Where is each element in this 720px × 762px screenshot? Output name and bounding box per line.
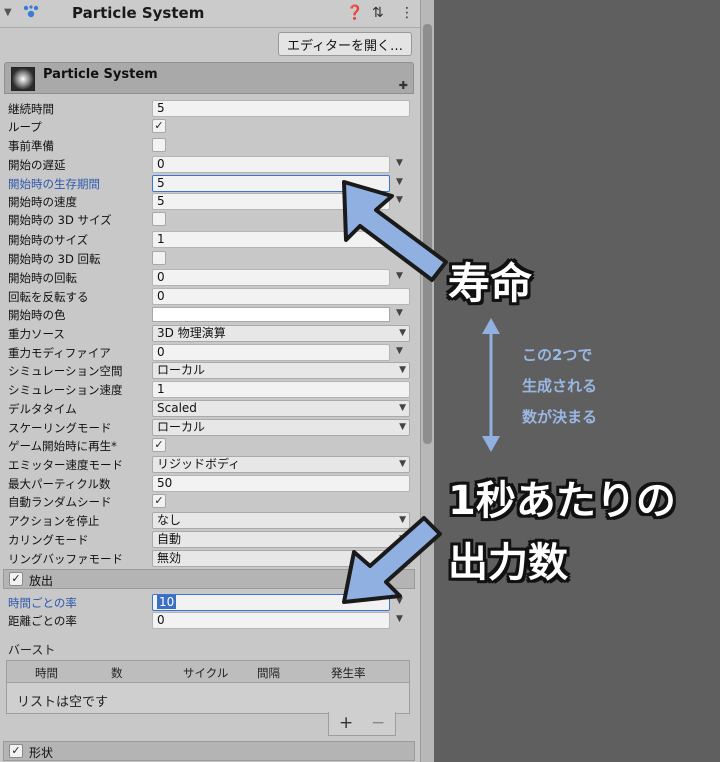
rate-annotation-line2: 出力数	[448, 540, 568, 586]
note-line: この2つで	[522, 346, 593, 364]
double-arrow-icon	[482, 318, 500, 452]
note-line: 生成される	[522, 377, 598, 395]
rate-arrow-icon	[342, 516, 442, 604]
lifetime-annotation: 寿命	[448, 259, 533, 308]
lifetime-arrow-icon	[342, 180, 448, 282]
annotation-overlay	[342, 180, 500, 604]
rate-annotation-line1: 1秒あたりの	[448, 478, 676, 524]
note-line: 数が決まる	[522, 408, 598, 426]
